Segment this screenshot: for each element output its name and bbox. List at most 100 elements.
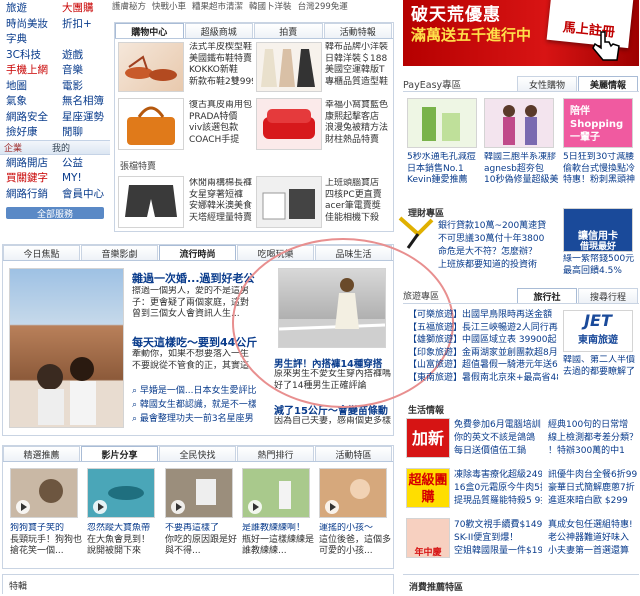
feature-sub-title[interactable]: 每天這樣吃～要到44公斤 (132, 334, 257, 350)
jet-travel-banner[interactable]: JET 東南旅遊 (563, 310, 633, 352)
feature-side-photo[interactable] (278, 268, 386, 348)
tab-event[interactable]: 活動特報 (323, 23, 392, 38)
nav-link[interactable]: 網路安全 (0, 109, 58, 124)
tab-music-film[interactable]: 音樂影劇 (81, 245, 158, 260)
nav-link[interactable]: 地圖 (0, 78, 58, 93)
product-caption[interactable]: 復古真皮兩用包 PRADA特價 viv該選包款 COACH手提 (189, 100, 253, 146)
payeasy-image[interactable] (407, 98, 477, 148)
travel-link[interactable]: 【印象旅遊】金兩湖家並創團款超8月 (408, 347, 558, 360)
product-image-dresses[interactable] (256, 42, 322, 92)
video-caption[interactable]: 運搖的小孩～ 這位後爸，這個多 可愛的小孩... (319, 523, 391, 558)
all-services-button[interactable]: 全部服務 (6, 207, 104, 220)
payeasy-banner[interactable]: 陪伴Shopping 一輩子 (563, 98, 633, 148)
nav-link[interactable]: 字典 (0, 31, 58, 46)
life-badge[interactable]: 年中慶 (406, 518, 450, 558)
top-strip-item[interactable]: 台灣299免運 (298, 0, 348, 12)
tab-today-focus[interactable]: 今日焦點 (3, 245, 80, 260)
top-strip-item[interactable]: 護膚秘方 (112, 0, 146, 12)
tab-travel-agency[interactable]: 旅行社 (517, 288, 577, 303)
tab-video-share[interactable]: 影片分享 (81, 446, 158, 461)
nav-link[interactable]: 撿好康 (0, 124, 58, 139)
tab-beauty-info[interactable]: 美麗情報 (578, 76, 638, 91)
tab-lifestyle[interactable]: 品味生活 (315, 245, 392, 260)
life-links[interactable]: 訊優牛肉台全餐6折99 豪華日式簡解鹿蔥7折 進逛來暗白歐 $299 (548, 469, 638, 508)
product-image-bag[interactable] (118, 98, 184, 150)
tab-featured[interactable]: 精選推薦 (3, 446, 80, 461)
nav-link[interactable]: 電影 (58, 78, 110, 93)
nav-link[interactable]: 閒聊 (58, 124, 110, 139)
nav-link[interactable]: 大團購 (58, 0, 110, 15)
travel-link[interactable]: 【東南旅遊】暑假南北京來+最高省48900 (408, 372, 558, 385)
product-caption[interactable]: 幸福小窩寶藍色 康熙起擊客店 浪漫兔被精方法 財柱熱品特賣 (325, 100, 391, 146)
nav-link[interactable]: 折扣+ (58, 16, 110, 31)
life-links[interactable]: 經典100句的日常增 線上檢測都考差分類？ ！特辦300萬的中1 (548, 419, 638, 458)
video-thumb[interactable] (242, 468, 310, 518)
finance-link[interactable]: 銀行貸款10萬~200萬速貸 (438, 220, 558, 233)
finance-link[interactable]: 命危是大不符？怎麼辦？ (438, 246, 558, 259)
product-caption[interactable]: 上班頭腦寶店 四核PC更直賣 acer筆電賣獎 佳能相機下殺 (325, 178, 391, 224)
finance-link[interactable]: 不可思議30萬付十年3800 (438, 233, 558, 246)
life-badge[interactable]: 加新 (406, 418, 450, 458)
feature-side-title[interactable]: 男生評！內搭褲14種穿搭 (274, 356, 382, 370)
product-caption[interactable]: 休閒兩構棉長褲 女星穿著短褲 安娜韓米澳美食 天塔經理量特賣 (189, 178, 253, 224)
feature-main-photo[interactable] (9, 268, 124, 428)
credit-card-banner[interactable]: 讓信用卡 借現最好 (563, 208, 633, 252)
nav-link[interactable]: 無名相簿 (58, 93, 110, 108)
nav-link[interactable]: 買關鍵字 (0, 170, 58, 185)
feature-side-link-title[interactable]: 減了15公斤～會變苗條動 (274, 402, 388, 417)
product-caption[interactable]: 法式羊皮楔型鞋 美國鐵布鞋特賣 KOKKO新鞋 新款布鞋2雙999 (189, 42, 253, 88)
product-image-pc[interactable] (256, 176, 322, 228)
nav-link[interactable]: 手機上網 (0, 62, 58, 77)
top-strip-item[interactable]: 糟果超市清潔 (192, 0, 243, 12)
tab-food-fun[interactable]: 吃喝玩樂 (237, 245, 314, 260)
nav-link[interactable]: 會員中心 (58, 186, 110, 201)
video-thumb[interactable] (165, 468, 233, 518)
travel-link[interactable]: 【雄獅旅遊】中國區域立表 39900起 (408, 334, 558, 347)
nav-link[interactable]: 星座運勢 (58, 109, 110, 124)
jet-caption[interactable]: 韓國、第二人半價 去過的都要瞭解了 (563, 355, 639, 378)
feature-link[interactable]: ⌕ 韓國女生都認識，就是不一樣 (132, 398, 256, 412)
video-thumb[interactable] (10, 468, 78, 518)
credit-card-caption[interactable]: 綠一紫幣錢500元 最高回饋4.5% (563, 254, 639, 277)
life-links[interactable]: 真成女包任選組特惠! 老公神器難道好味入 小夫妻第一首選還算 (548, 519, 638, 558)
video-caption[interactable]: 狗狗寶子笑的 長頸玩手！狗狗也 搶花笑一個... (10, 523, 82, 558)
life-links[interactable]: 免費參加6月電腦培訓 你的英文不該是鴿鴿 每日送價值伍工鍋 (454, 419, 542, 458)
payeasy-caption[interactable]: 5日狂到30寸減腰 偷軟台式慢換點冷 特惠！粉刺黑頭神 (563, 152, 639, 187)
video-caption[interactable]: 忽然蹤大寶魚帶 在大魚會見到！ 說開被開下來 (87, 523, 159, 558)
feature-link[interactable]: ⌕ 早婚是一個...日本女生愛評比 (132, 384, 256, 398)
tab-women-shopping[interactable]: 女性購物 (517, 76, 577, 91)
tab-shopping-mall[interactable]: 購物中心 (115, 23, 184, 38)
nav-link[interactable]: 遊戲 (58, 47, 110, 62)
top-strip-item[interactable]: 快戰小車 (152, 0, 186, 12)
nav-link[interactable]: 公益 (58, 155, 110, 170)
nav-link[interactable]: 網路行銷 (0, 186, 58, 201)
life-links[interactable]: 凍除毒害療化超級249 16盒0元霜原今牛肉5折 提現品質羅能特殺5 9折 (454, 469, 542, 508)
travel-link[interactable]: 【山富旅遊】超值暑假一騎港元年送6千 (408, 359, 558, 372)
nav-link[interactable]: 旅遊 (0, 0, 58, 15)
top-strip-item[interactable]: 韓國卜洋裝 (249, 0, 292, 12)
tab-super-mall[interactable]: 超級商城 (184, 23, 253, 38)
travel-link[interactable]: 【五福旅遊】長江三峽暢遊2人同行再4千 (408, 322, 558, 335)
travel-link[interactable]: 【可樂旅遊】出國早鳥限時再送金額 (408, 309, 558, 322)
tab-fashion[interactable]: 流行時尚 (159, 245, 236, 260)
finance-link[interactable]: 上班族都要知道的投資術 (438, 259, 558, 272)
product-image-sofa[interactable] (256, 98, 322, 150)
life-links[interactable]: 70歡文視手續費$149 SK-II便宜到爆！ 空姐韓國限量一件$199 (454, 519, 542, 558)
product-image-shoes[interactable] (118, 42, 184, 92)
video-thumb[interactable] (319, 468, 387, 518)
video-caption[interactable]: 是誰教練練啊！ 瓶好一這樣練練是 誰教練練... (242, 523, 314, 558)
payeasy-caption[interactable]: 5秒水通毛孔減痘 日本銷售No.1 Kevin鍾愛推薦 (407, 152, 483, 187)
nav-link[interactable]: 音樂 (58, 62, 110, 77)
nav-link[interactable]: 氣象 (0, 93, 58, 108)
hero-banner[interactable]: 破天荒優惠 滿萬送五千進行中 馬上註冊 (403, 0, 639, 66)
nav-link[interactable]: 網路開店 (0, 155, 58, 170)
product-caption[interactable]: 韓布品牌小洋裝 日韓洋裝＄188 美國空運韓版T 專櫃品質造型鞋 (325, 42, 391, 88)
tab-quick-find[interactable]: 全民快找 (159, 446, 236, 461)
product-image-shorts[interactable] (118, 176, 184, 228)
payeasy-image[interactable] (484, 98, 554, 148)
nav-link[interactable]: 時尚美妝 (0, 16, 58, 31)
tab-video-events[interactable]: 活動特區 (315, 446, 392, 461)
nav-link[interactable]: MY! (58, 172, 110, 184)
tab-hot-ranking[interactable]: 熱門排行 (237, 446, 314, 461)
nav-link[interactable]: 3C科技 (0, 47, 58, 62)
